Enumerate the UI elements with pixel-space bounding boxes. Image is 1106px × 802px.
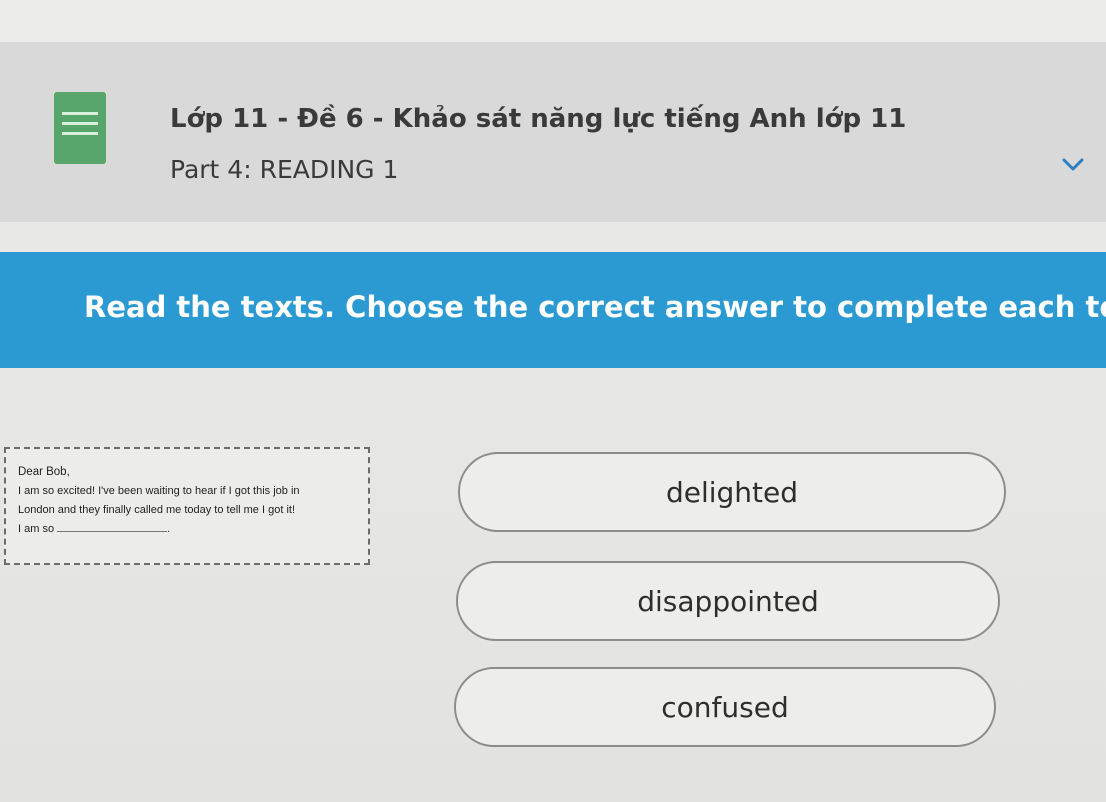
answer-blank — [57, 524, 168, 532]
letter-greeting: Dear Bob, — [18, 466, 70, 478]
letter-end: . — [167, 523, 171, 535]
answer-option-disappointed[interactable]: disappointed — [456, 561, 1000, 641]
document-icon-line — [62, 112, 98, 115]
quiz-page: Lớp 11 - Đề 6 - Khảo sát năng lực tiếng … — [0, 0, 1106, 802]
answer-option-delighted[interactable]: delighted — [458, 452, 1006, 532]
part-label: Part 4: READING 1 — [170, 155, 399, 184]
document-icon-line — [62, 122, 98, 125]
answer-option-label: delighted — [665, 475, 799, 509]
document-icon — [54, 92, 106, 164]
quiz-title: Lớp 11 - Đề 6 - Khảo sát năng lực tiếng … — [170, 104, 907, 134]
chevron-down-icon[interactable] — [1058, 150, 1088, 180]
letter-line: London and they finally called me today … — [18, 504, 295, 516]
letter-prompt: I am so — [18, 523, 55, 535]
letter-line: I am so excited! I've been waiting to he… — [18, 485, 300, 497]
instruction-text: Read the texts. Choose the correct answe… — [84, 290, 1106, 324]
document-icon-line — [62, 132, 98, 135]
letter-text-card: Dear Bob, I am so excited! I've been wai… — [4, 447, 370, 565]
answer-option-label: confused — [661, 690, 789, 724]
answer-option-label: disappointed — [637, 584, 819, 618]
letter-prompt-line: I am so . — [18, 520, 356, 539]
answer-option-confused[interactable]: confused — [454, 667, 996, 747]
